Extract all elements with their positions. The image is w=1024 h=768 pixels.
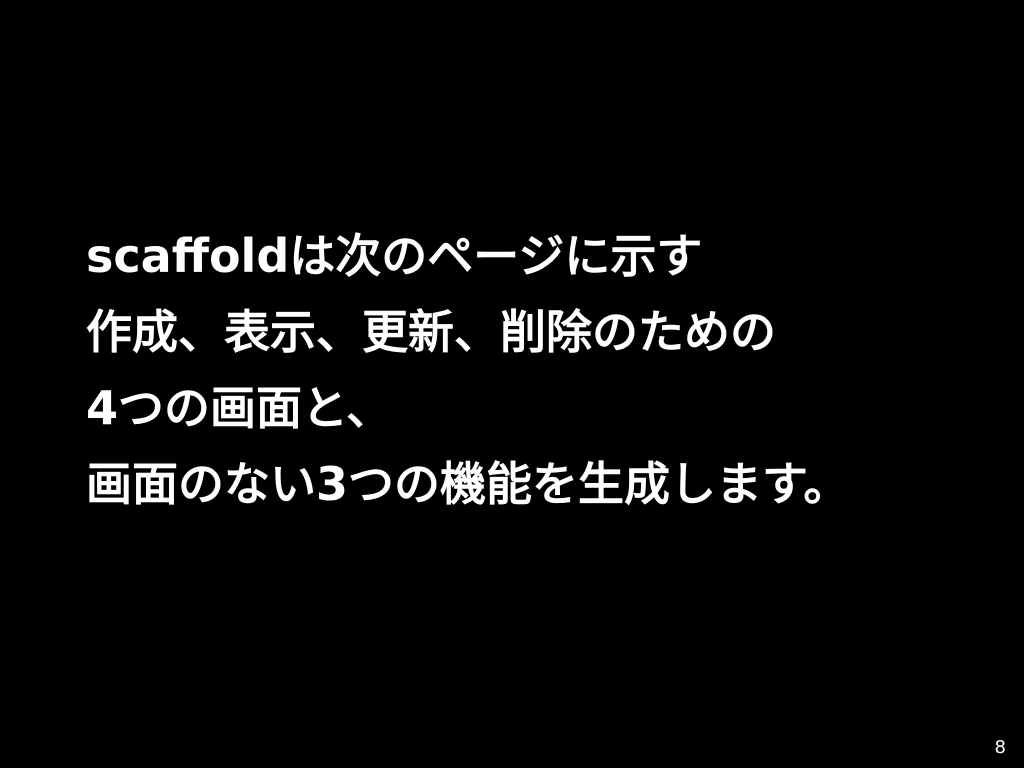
- page-number: 8: [994, 737, 1006, 758]
- slide-line-1: scaffoldは次のページに示す: [86, 229, 703, 283]
- slide: scaffoldは次のページに示す 作成、表示、更新、削除のための 4つの画面と…: [0, 0, 1024, 768]
- slide-line-2: 作成、表示、更新、削除のための: [86, 305, 776, 359]
- slide-body: scaffoldは次のページに示す 作成、表示、更新、削除のための 4つの画面と…: [86, 218, 986, 522]
- slide-line-3: 4つの画面と、: [86, 381, 393, 435]
- slide-line-4: 画面のない3つの機能を生成します。: [86, 457, 850, 511]
